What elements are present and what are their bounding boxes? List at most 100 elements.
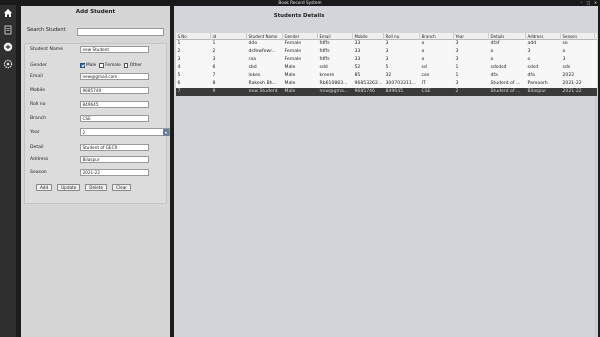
cell-gender: Male — [284, 73, 296, 78]
branch-input[interactable]: CSE — [80, 115, 149, 122]
cell-season: 2021-22 — [562, 89, 582, 94]
cell-branch: cse — [421, 73, 430, 78]
rollno-input[interactable]: 849645 — [80, 101, 149, 108]
column-header-year[interactable]: Year — [454, 33, 489, 40]
gender-female-radio[interactable] — [99, 63, 104, 68]
document-icon[interactable] — [3, 25, 13, 35]
cell-id: 9 — [212, 89, 216, 94]
cell-student-name: new Student — [248, 89, 278, 94]
year-label: Year — [30, 130, 40, 135]
column-header-details[interactable]: Details — [489, 33, 526, 40]
add-button[interactable]: Add — [36, 184, 53, 191]
email-input[interactable]: new@gmail.com — [80, 73, 149, 80]
cell-address: o — [527, 57, 531, 62]
column-header-sno[interactable]: S.No — [176, 33, 211, 40]
cell-year: 1 — [455, 65, 459, 70]
cell-address: sdsd — [527, 65, 539, 70]
cell-details: Student of ... — [490, 89, 521, 94]
cell-year: 3 — [455, 57, 459, 62]
search-input[interactable] — [77, 28, 164, 36]
cell-sno: 1 — [177, 41, 181, 46]
cell-address: Bilaspur — [527, 89, 547, 94]
cell-rollno: 300703311... — [385, 81, 417, 86]
cell-sno: 5 — [177, 73, 181, 78]
panel-title: Add Student — [75, 9, 116, 15]
student-name-input[interactable]: new Student — [80, 46, 149, 53]
table-row[interactable]: 6 8 Rakesh Bh... Male Rb610883... 96853262...… — [176, 80, 597, 88]
maximize-icon[interactable]: □ — [585, 0, 592, 5]
cell-gender: Male — [284, 81, 296, 86]
column-header-mobile[interactable]: Mobile — [353, 33, 384, 40]
gender-male-radio[interactable] — [80, 63, 85, 68]
add-icon[interactable] — [3, 42, 13, 52]
table-row[interactable]: 2 2 dsfewfewr... Female fdffs 33 3 o 3 o 3 o — [176, 48, 597, 56]
student-name-label: Student Name — [30, 47, 64, 52]
cell-branch: sd — [421, 65, 427, 70]
cell-rollno: 3 — [385, 49, 389, 54]
update-button[interactable]: Update — [57, 184, 81, 191]
cell-id: 2 — [212, 49, 216, 54]
detail-input[interactable]: Student of GECR — [80, 144, 149, 151]
cell-season: se — [562, 41, 568, 46]
clear-button[interactable]: Clear — [112, 184, 131, 191]
gender-female-label: Female — [105, 63, 121, 68]
chevron-down-icon[interactable]: ▾ — [163, 129, 169, 136]
cell-branch: CSE — [421, 89, 431, 94]
column-header-season[interactable]: Season — [561, 33, 595, 40]
cell-season: sds — [562, 65, 571, 70]
cell-id: 1 — [212, 41, 216, 46]
address-input[interactable]: Bilaspur — [80, 156, 149, 163]
cell-gender: Female — [284, 49, 302, 54]
cell-season: o — [562, 49, 566, 54]
cell-mobile: 9685746 — [354, 89, 375, 94]
cell-id: 7 — [212, 73, 216, 78]
cell-student-name: Rakesh Bh... — [248, 81, 277, 86]
cell-address: dfa — [527, 73, 535, 78]
window-title: Book Record System — [278, 0, 322, 5]
column-header-rollno[interactable]: Roll no. — [384, 33, 420, 40]
table-row[interactable]: 3 3 raa Female fdffs 33 3 o 3 o o 3 — [176, 56, 597, 64]
gender-other-radio[interactable] — [123, 63, 129, 68]
column-header-gender[interactable]: Gender — [283, 33, 318, 40]
column-header-student-name[interactable]: Student Name — [247, 33, 283, 40]
cell-rollno: 5 — [385, 65, 389, 70]
mobile-input[interactable]: 9685749 — [80, 87, 149, 94]
search-label: Search Student — [27, 27, 66, 33]
delete-button[interactable]: Delete — [85, 184, 108, 191]
table-row[interactable]: 7 9 new Student Male new@gma... 9685746 849645… — [176, 88, 597, 96]
cell-year: 2 — [455, 89, 459, 94]
column-header-id[interactable]: id — [211, 33, 247, 40]
email-label: Email — [30, 74, 43, 79]
cell-year: 3 — [455, 41, 459, 46]
cell-gender: Female — [284, 41, 302, 46]
student-form: Student Name new Student Gender Male Fem… — [24, 43, 170, 204]
cell-student-name: dsfewfewr... — [248, 49, 277, 54]
table-header: S.No id Student Name Gender Email Mobile Roll … — [176, 33, 597, 40]
season-input[interactable]: 2021-22 — [80, 169, 149, 176]
table-row[interactable]: 1 1 ddo Female fdffs 33 3 o 3 dfaf add se — [176, 40, 597, 48]
cell-id: 6 — [212, 65, 216, 70]
column-header-branch[interactable]: Branch — [420, 33, 454, 40]
table-row[interactable]: 4 6 sbd Male sdd 52 5 sd 1 sdsdsd sdsd sds — [176, 64, 597, 72]
column-header-email[interactable]: Email — [318, 33, 353, 40]
table-row[interactable]: 5 7 lokes Male kreere 85 32 cse 1 dfa dfa 2022 — [176, 72, 597, 80]
cell-rollno: 3 — [385, 57, 389, 62]
cell-rollno: 32 — [385, 73, 392, 78]
minimize-icon[interactable]: – — [578, 0, 585, 5]
settings-icon[interactable] — [3, 59, 13, 69]
cell-mobile: 96853262... — [354, 81, 383, 86]
season-label: Season — [30, 170, 47, 175]
cell-email: kreere — [319, 73, 335, 78]
cell-sno: 7 — [177, 89, 181, 94]
year-value: 2 — [82, 130, 86, 135]
close-icon[interactable]: ✕ — [592, 0, 599, 5]
cell-student-name: raa — [248, 57, 257, 62]
title-bar: Book Record System – □ ✕ — [0, 0, 600, 5]
column-header-address[interactable]: Address — [526, 33, 561, 40]
cell-address: 3 — [527, 49, 531, 54]
year-select[interactable]: 2 ▾ — [80, 128, 170, 136]
cell-branch: o — [421, 41, 425, 46]
rollno-label: Roll no — [30, 102, 46, 107]
cell-email: sdd — [319, 65, 328, 70]
home-icon[interactable] — [3, 8, 13, 18]
